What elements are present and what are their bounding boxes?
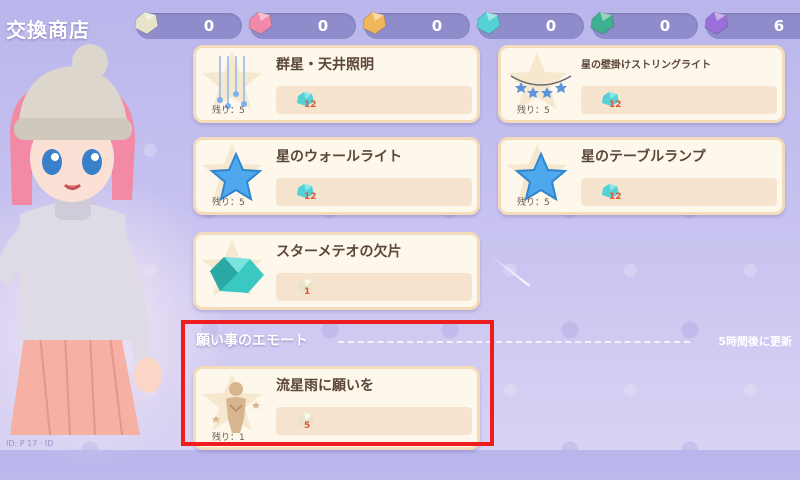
currency-count: 0: [431, 17, 443, 35]
shop-item-card[interactable]: 残り：5 星のテーブルランプ 12: [498, 137, 785, 215]
page-title: 交換商店: [6, 18, 90, 42]
green-gem-icon: [590, 11, 615, 35]
currency-count: 0: [545, 17, 557, 35]
pink-gem-icon: [248, 11, 273, 35]
currency-counter: 0: [476, 11, 584, 39]
price-box: 1: [276, 273, 472, 301]
shop-item-card[interactable]: 残り：5 星の壁掛けストリングライト 12: [498, 45, 785, 123]
currency-counter: 0: [248, 11, 356, 39]
shop-item-card[interactable]: 残り：5 星のウォールライト 12: [193, 137, 480, 215]
price-value: 12: [609, 192, 622, 202]
price-box: 12: [276, 86, 472, 114]
highlight-frame: [181, 320, 494, 446]
currency-count: 0: [203, 17, 215, 35]
cyan-gem-icon: [476, 11, 501, 35]
shop-item-card[interactable]: スターメテオの欠片 1: [193, 232, 480, 310]
currency-count: 0: [317, 17, 329, 35]
remaining-label: 残り：5: [517, 106, 550, 116]
remaining-label: 残り：5: [212, 106, 245, 116]
refresh-timer: 5時間後に更新: [718, 335, 792, 348]
item-name: 星のウォールライト: [276, 149, 402, 165]
price-value: 1: [304, 287, 311, 297]
item-name: スターメテオの欠片: [276, 244, 402, 260]
shop-item-card[interactable]: 残り：5 群星・天井照明 12: [193, 45, 480, 123]
white-gem-icon: [134, 11, 159, 35]
item-name: 群星・天井照明: [276, 57, 374, 73]
currency-count: 6: [773, 17, 785, 35]
price-value: 12: [609, 100, 622, 110]
meteor-fragment-icon: [210, 257, 264, 293]
currency-counter: 0: [590, 11, 698, 39]
currency-count: 0: [659, 17, 671, 35]
player-avatar: [0, 44, 162, 436]
purple-gem-icon: [704, 11, 729, 35]
item-name: 星のテーブルランプ: [581, 149, 706, 165]
price-value: 12: [304, 100, 317, 110]
currency-counter: 6: [704, 11, 800, 39]
currency-counter: 0: [134, 11, 242, 39]
currency-counter: 0: [362, 11, 470, 39]
price-box: 12: [276, 178, 472, 206]
remaining-label: 残り：5: [517, 198, 550, 208]
price-value: 12: [304, 192, 317, 202]
player-id-watermark: ID: P 17 · ID: [6, 439, 54, 448]
item-name: 星の壁掛けストリングライト: [581, 60, 711, 71]
price-box: 12: [581, 178, 777, 206]
orange-gem-icon: [362, 11, 387, 35]
remaining-label: 残り：5: [212, 198, 245, 208]
price-box: 12: [581, 86, 777, 114]
